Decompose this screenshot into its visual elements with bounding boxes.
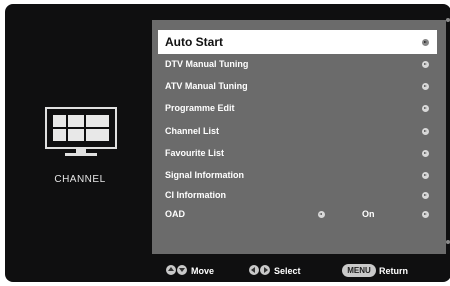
scroll-bottom-dot xyxy=(446,240,450,244)
menu-item-atv-manual-tuning[interactable]: ATV Manual Tuning xyxy=(158,76,437,98)
arrow-right-icon xyxy=(422,172,429,179)
down-button-icon xyxy=(177,265,187,275)
right-button-icon xyxy=(260,265,270,275)
menu-item-label: CI Information xyxy=(165,190,226,200)
arrow-right-icon xyxy=(422,39,429,46)
arrow-right-icon xyxy=(422,105,429,112)
menu-item-signal-information[interactable]: Signal Information xyxy=(158,165,437,187)
arrow-right-icon xyxy=(422,192,429,199)
menu-item-label: Programme Edit xyxy=(165,103,235,113)
up-button-icon xyxy=(166,265,176,275)
arrow-right-icon xyxy=(422,61,429,68)
menu-item-oad[interactable]: OAD On xyxy=(158,204,437,226)
menu-key-icon: MENU xyxy=(342,264,376,277)
sidebar-caption: CHANNEL xyxy=(54,174,106,185)
menu-item-label: Signal Information xyxy=(165,170,245,180)
arrow-right-icon xyxy=(422,83,429,90)
oad-value: On xyxy=(362,209,375,219)
menu-item-favourite-list[interactable]: Favourite List xyxy=(158,143,437,165)
footer-move-label: Move xyxy=(191,266,215,276)
footer-bar: Move Select MENU Return xyxy=(0,262,450,282)
arrow-right-icon xyxy=(422,150,429,157)
tv-icon xyxy=(45,107,117,163)
menu-item-label: ATV Manual Tuning xyxy=(165,81,248,91)
scroll-top-dot xyxy=(446,18,450,22)
menu-item-programme-edit[interactable]: Programme Edit xyxy=(158,98,437,120)
menu-item-auto-start[interactable]: Auto Start xyxy=(158,30,437,54)
arrow-right-icon xyxy=(422,128,429,135)
menu-item-label: OAD xyxy=(165,209,185,219)
arrow-left-icon[interactable] xyxy=(318,211,325,218)
menu-item-label: Favourite List xyxy=(165,148,225,158)
footer-select-label: Select xyxy=(274,266,301,276)
menu-item-label: Channel List xyxy=(165,126,220,136)
menu-panel: Auto Start DTV Manual Tuning ATV Manual … xyxy=(152,20,446,254)
left-button-icon xyxy=(249,265,259,275)
menu-item-label: Auto Start xyxy=(165,35,223,49)
menu-item-dtv-manual-tuning[interactable]: DTV Manual Tuning xyxy=(158,54,437,76)
menu-item-label: DTV Manual Tuning xyxy=(165,59,249,69)
arrow-right-icon[interactable] xyxy=(422,211,429,218)
footer-return-label: Return xyxy=(379,266,408,276)
menu-item-channel-list[interactable]: Channel List xyxy=(158,121,437,143)
